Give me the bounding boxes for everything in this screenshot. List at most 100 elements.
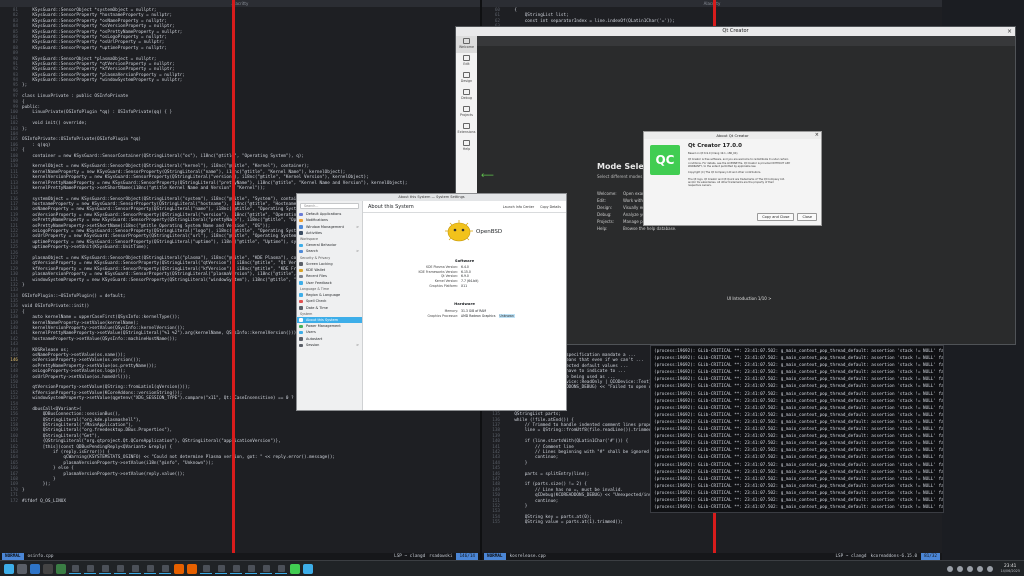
line-text: }	[504, 460, 528, 466]
welcome-toolbar	[477, 36, 1015, 46]
column-guide	[232, 0, 235, 553]
clipboard-icon[interactable]	[967, 565, 974, 572]
notifications-icon[interactable]	[977, 565, 984, 572]
line-text: : q(qq)	[22, 142, 51, 148]
terminal-line: (process:19692): GLib-CRITICAL **: 23:41…	[654, 384, 944, 390]
mode-design[interactable]: Design	[456, 70, 477, 87]
qt-creator-icon[interactable]	[290, 563, 300, 574]
task-entry[interactable]	[230, 564, 242, 574]
mode-list-key: Help:	[597, 226, 608, 231]
mode-label: Welcome	[458, 45, 475, 49]
code-line: 172 #ifdef Q_OS_LINUX	[0, 499, 480, 504]
ui-introduction-footer[interactable]: UI Introduction 1/10 >	[727, 296, 771, 301]
line-text: }	[22, 487, 25, 493]
task-entry[interactable]	[84, 564, 96, 574]
pager-icon[interactable]	[17, 563, 27, 574]
terminal-line: (process:19692): GLib-CRITICAL **: 23:41…	[654, 419, 944, 425]
task-entry[interactable]	[275, 564, 287, 574]
mode-list-key: Welcome:	[597, 191, 617, 196]
design-icon	[463, 72, 470, 78]
task-entry[interactable]	[200, 564, 212, 574]
launch-info-center-button[interactable]: Launch Info Center	[503, 205, 534, 209]
sidebar-item[interactable]: Date & Time	[297, 305, 362, 311]
task-entry[interactable]	[69, 564, 81, 574]
settings-category-icon	[299, 281, 303, 285]
sidebar-item[interactable]: Session >	[297, 342, 362, 348]
task-entry[interactable]	[99, 564, 111, 574]
about-system-page: About this System Launch Info Center Cop…	[363, 201, 566, 410]
task-app-icon[interactable]	[30, 563, 40, 574]
terminal-line: (process:19692): GLib-CRITICAL **: 23:41…	[654, 349, 944, 354]
product-name: Qt Creator 17.0.0	[688, 143, 742, 149]
welcome-icon	[463, 38, 470, 44]
about-qt-creator-dialog[interactable]: About Qt Creator × QC Qt Creator 17.0.0 …	[643, 131, 822, 226]
sidebar-item[interactable]: Activities	[297, 230, 362, 236]
sidebar-item-label: KDE Wallet	[306, 268, 326, 273]
code-line: 155 QString value = parts.at(1).trimmed(…	[482, 520, 942, 525]
sidebar-item-label: Date & Time	[306, 305, 328, 310]
task-app-icon[interactable]	[43, 563, 53, 574]
line-text: kernelPrettyNameProperty->setShortName(i…	[22, 185, 266, 191]
close-button[interactable]: Close	[797, 213, 817, 221]
mode-list-row: Help: Browse the help database.	[597, 225, 770, 232]
search-input[interactable]: Search...	[300, 203, 359, 209]
sidebar-item-label: Screen Locking	[306, 261, 333, 266]
cursor-position: 146/14	[456, 553, 478, 560]
left-window-title: Alacritty	[0, 0, 480, 7]
info-key: Graphics Platform:	[429, 283, 458, 288]
task-entry[interactable]	[144, 564, 156, 574]
firefox-icon[interactable]	[174, 563, 184, 574]
volume-icon[interactable]	[957, 565, 964, 572]
mode-label: Edit	[463, 62, 470, 66]
close-icon[interactable]: ×	[815, 132, 819, 139]
task-entry[interactable]	[159, 564, 171, 574]
app-launcher-icon[interactable]	[4, 563, 14, 574]
network-icon[interactable]	[947, 565, 954, 572]
copy-and-close-button[interactable]: Copy and Close	[757, 213, 795, 221]
about-line: respective owners.	[688, 184, 712, 188]
line-text: parts = splitEntry(line);	[504, 471, 590, 477]
line-number: 172	[10, 498, 18, 504]
task-entry[interactable]	[114, 564, 126, 574]
line-number: 155	[492, 520, 500, 526]
mode-edit[interactable]: Edit	[456, 53, 477, 70]
sidebar-item[interactable]: User Feedback	[297, 280, 362, 286]
line-text: QString value = parts.at(1).trimmed();	[504, 520, 623, 526]
mode-extensions[interactable]: Extensions	[456, 121, 477, 138]
info-row: Graphics Platform: X11	[363, 284, 566, 289]
mode-help[interactable]: Help	[456, 138, 477, 155]
task-entry[interactable]	[129, 564, 141, 574]
task-entry[interactable]	[215, 564, 227, 574]
settings-category-icon	[299, 343, 303, 348]
sidebar-item-label: Search	[306, 249, 319, 254]
firefox-icon[interactable]	[187, 563, 197, 574]
terminal-window[interactable]: (process:19692): GLib-CRITICAL **: 23:41…	[650, 345, 944, 513]
sidebar-item-label: Default Applications	[306, 212, 342, 216]
system-settings-icon[interactable]	[303, 563, 313, 574]
line-text: container = new KSysGuard::SensorContain…	[22, 153, 304, 159]
task-app-icon[interactable]	[56, 563, 66, 574]
digital-clock[interactable]: 23:41 14/06/2025	[1000, 564, 1020, 574]
file-name: osinfo.cpp	[27, 554, 54, 559]
mode-list-key: Debug:	[597, 212, 612, 217]
copy-details-button[interactable]: Copy Details	[540, 205, 561, 209]
line-text: OSInfoPlugin::~OSInfoPlugin() = default;	[22, 293, 126, 299]
mode-projects[interactable]: Projects	[456, 104, 477, 121]
settings-category-icon	[299, 330, 303, 335]
mode-debug[interactable]: Debug	[456, 87, 477, 104]
settings-category-icon	[299, 318, 303, 322]
task-entry[interactable]	[245, 564, 257, 574]
terminal-line: (process:19692): GLib-CRITICAL **: 23:41…	[654, 469, 944, 475]
window-title: About this System — System Settings	[297, 194, 566, 201]
system-settings-window[interactable]: About this System — System Settings Sear…	[296, 193, 567, 411]
close-icon[interactable]: ×	[1007, 27, 1012, 36]
sidebar-item-label: Spell Check	[306, 299, 327, 304]
task-entry[interactable]	[260, 564, 272, 574]
file-name: kosrelease.cpp	[509, 554, 546, 559]
line-text: osUrlProperty->setValue(os.homeUrl());	[22, 374, 131, 380]
mode-welcome[interactable]: Welcome	[456, 36, 477, 53]
help-icon	[463, 140, 470, 146]
system-tray	[947, 565, 994, 572]
sidebar-item[interactable]: Search >	[297, 248, 362, 254]
chevron-up-icon[interactable]	[987, 565, 994, 572]
